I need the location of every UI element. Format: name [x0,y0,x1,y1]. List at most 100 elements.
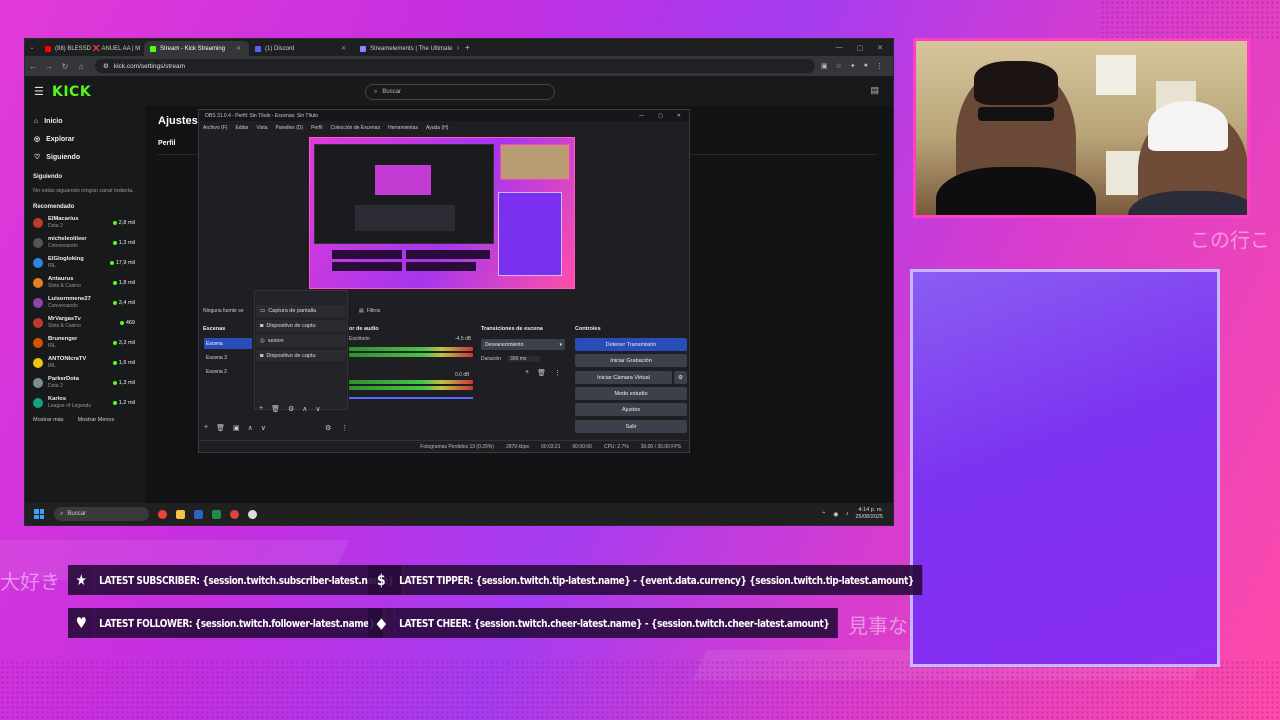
network-icon[interactable]: ◉ [833,511,838,518]
site-info-icon[interactable]: ⚙ [103,62,109,70]
kick-search-input[interactable]: ⌕ Buscar [365,84,555,100]
obs-preview[interactable] [309,137,575,289]
exit-button[interactable]: Salir [575,420,687,433]
move-up-icon[interactable]: ∧ [248,424,253,432]
show-more-link[interactable]: Mostrar más [33,417,64,423]
bookmark-star-icon[interactable]: ☆ [836,62,842,70]
chevron-up-icon[interactable]: ⌃ [821,511,826,518]
profile-icon[interactable]: ● [864,62,868,70]
add-source-icon[interactable]: + [259,405,263,413]
forward-icon[interactable]: → [41,62,57,71]
source-item[interactable]: ◎ sesion [256,335,346,348]
close-icon[interactable]: ✕ [341,45,346,52]
studio-mode-button[interactable]: Modo estudio [575,387,687,400]
word-icon[interactable] [194,509,203,519]
gear-icon[interactable]: ⚙ [674,371,687,384]
close-icon[interactable]: ✕ [456,45,459,52]
source-item[interactable]: ◙ Dispositivo de captu [256,350,346,363]
add-scene-icon[interactable]: + [204,424,208,432]
new-tab-button[interactable]: + [465,43,470,52]
scene-item[interactable]: Escena 2 [204,366,252,377]
home-icon[interactable]: ⌂ [73,62,89,71]
tab-kick[interactable]: Stream - Kick Streaming ✕ [144,41,249,56]
recommended-channel[interactable]: MrVargasTv Slots & Casino 469 [25,313,145,333]
recommended-channel[interactable]: Luisornmene27 Conversando 3,4 mil [25,293,145,313]
nav-explorar[interactable]: ◎ Explorar [25,130,145,148]
mixer-settings-icon[interactable]: ⚙ [325,424,331,432]
move-down-icon[interactable]: ∨ [315,405,320,413]
windows-start-icon[interactable] [34,509,44,519]
excel-icon[interactable] [212,509,221,519]
obs-menu-item[interactable]: Perfil [311,125,322,131]
show-less-link[interactable]: Mostrar Menos [78,417,115,423]
recommended-channel[interactable]: micheleolileer Conversando 1,3 mil [25,233,145,253]
app-icon[interactable] [230,509,239,519]
tab-discord[interactable]: (1) Discord ✕ [249,41,354,56]
obs-menu-item[interactable]: Herramientas [388,125,418,131]
volume-slider[interactable] [349,397,473,399]
maximize-icon[interactable]: ▢ [857,44,864,52]
clock[interactable]: 4:14 p. m. 25/08/2025 [855,507,883,521]
close-icon[interactable]: ✕ [236,45,241,52]
taskbar-search[interactable]: ⌕ Buscar [54,507,149,521]
recommended-channel[interactable]: ParkerDota Dota 2 1,3 mil [25,373,145,393]
folder-icon[interactable] [176,509,185,519]
obs-menu-item[interactable]: Editar [235,125,248,131]
nav-siguiendo[interactable]: ♡ Siguiendo [25,148,145,166]
recommended-channel[interactable]: ANTONIcraTV IRL 1,6 mil [25,353,145,373]
close-window-icon[interactable]: ✕ [877,44,883,52]
delete-scene-icon[interactable]: 🗑 [216,424,225,432]
minimize-icon[interactable]: — [639,113,644,119]
source-item[interactable]: ▭ Captura de pantalla [256,305,346,318]
add-transition-icon[interactable]: + [525,369,529,377]
obs-menu-item[interactable]: Vista [257,125,268,131]
menu-icon[interactable]: ☰ [34,85,44,98]
close-icon[interactable]: ✕ [677,113,681,119]
virtual-camera-button[interactable]: Iniciar Cámara Virtual [575,371,672,384]
reload-icon[interactable]: ↻ [57,62,73,71]
source-item[interactable]: ◙ Dispositivo de captu [256,320,346,333]
extensions-puzzle-icon[interactable]: ✦ [850,62,856,70]
scene-item[interactable]: Escena 3 [204,352,252,363]
chrome-icon[interactable] [158,509,167,519]
recommended-channel[interactable]: Antaurus Slots & Casino 1,8 mil [25,273,145,293]
recommended-channel[interactable]: ElGlogloking IRL 17,9 mil [25,253,145,273]
duration-input[interactable]: 300 ms [507,356,541,362]
obs-icon[interactable] [248,509,257,519]
obs-menu-item[interactable]: Ayuda (H) [426,125,448,131]
stop-streaming-button[interactable]: Detener Transmisión [575,338,687,351]
mixer-menu-icon[interactable]: ⋮ [341,424,348,432]
recommended-channel[interactable]: Karlos League of Legends 1,2 mil [25,393,145,413]
scene-filter-icon[interactable]: ▣ [233,424,240,432]
transition-menu-icon[interactable]: ⋮ [554,369,561,377]
transition-select[interactable]: Desvanecimiento ▾ [481,339,565,350]
recommended-channel[interactable]: ElMacarius Dota 2 2,8 mil [25,213,145,233]
kick-logo[interactable]: KICK [52,84,91,100]
recommended-channel[interactable]: Brunenger IRL 3,3 mil [25,333,145,353]
move-up-icon[interactable]: ∧ [302,405,307,413]
menu-dots-icon[interactable]: ⋮ [876,62,883,70]
obs-menu-item[interactable]: Archivo (F) [203,125,227,131]
obs-menu-item[interactable]: Panelles (D) [276,125,304,131]
minimize-icon[interactable]: — [836,44,843,52]
filters-button[interactable]: ▤ Filtros [359,308,380,314]
source-settings-icon[interactable]: ⚙ [288,405,294,413]
tab-youtube[interactable]: (88) BLESSD ❌ ANUEL AA | M✕ [39,41,144,56]
tab-perfil[interactable]: Perfil [158,140,176,147]
move-down-icon[interactable]: ∨ [261,424,266,432]
nav-inicio[interactable]: ⌂ Inicio [25,112,145,130]
tab-list-icon[interactable]: ⌄ [25,44,39,51]
tab-streamelements[interactable]: Streamelements | The Ultimate✕ [354,41,459,56]
scene-item[interactable]: Escena [204,338,252,349]
chat-icon[interactable]: ▤ [870,85,879,96]
delete-transition-icon[interactable]: 🗑 [537,369,546,377]
delete-source-icon[interactable]: 🗑 [271,405,280,413]
obs-menu-item[interactable]: Colección de Escenas [330,125,379,131]
start-recording-button[interactable]: Iniciar Grabación [575,354,687,367]
settings-button[interactable]: Ajustes [575,403,687,416]
back-icon[interactable]: ← [25,62,41,71]
maximize-icon[interactable]: ▢ [658,113,663,119]
volume-icon[interactable]: ♪ [845,511,848,517]
extension-icon[interactable]: ▣ [821,62,828,70]
url-field[interactable]: ⚙ kick.com/settings/stream [95,59,815,73]
